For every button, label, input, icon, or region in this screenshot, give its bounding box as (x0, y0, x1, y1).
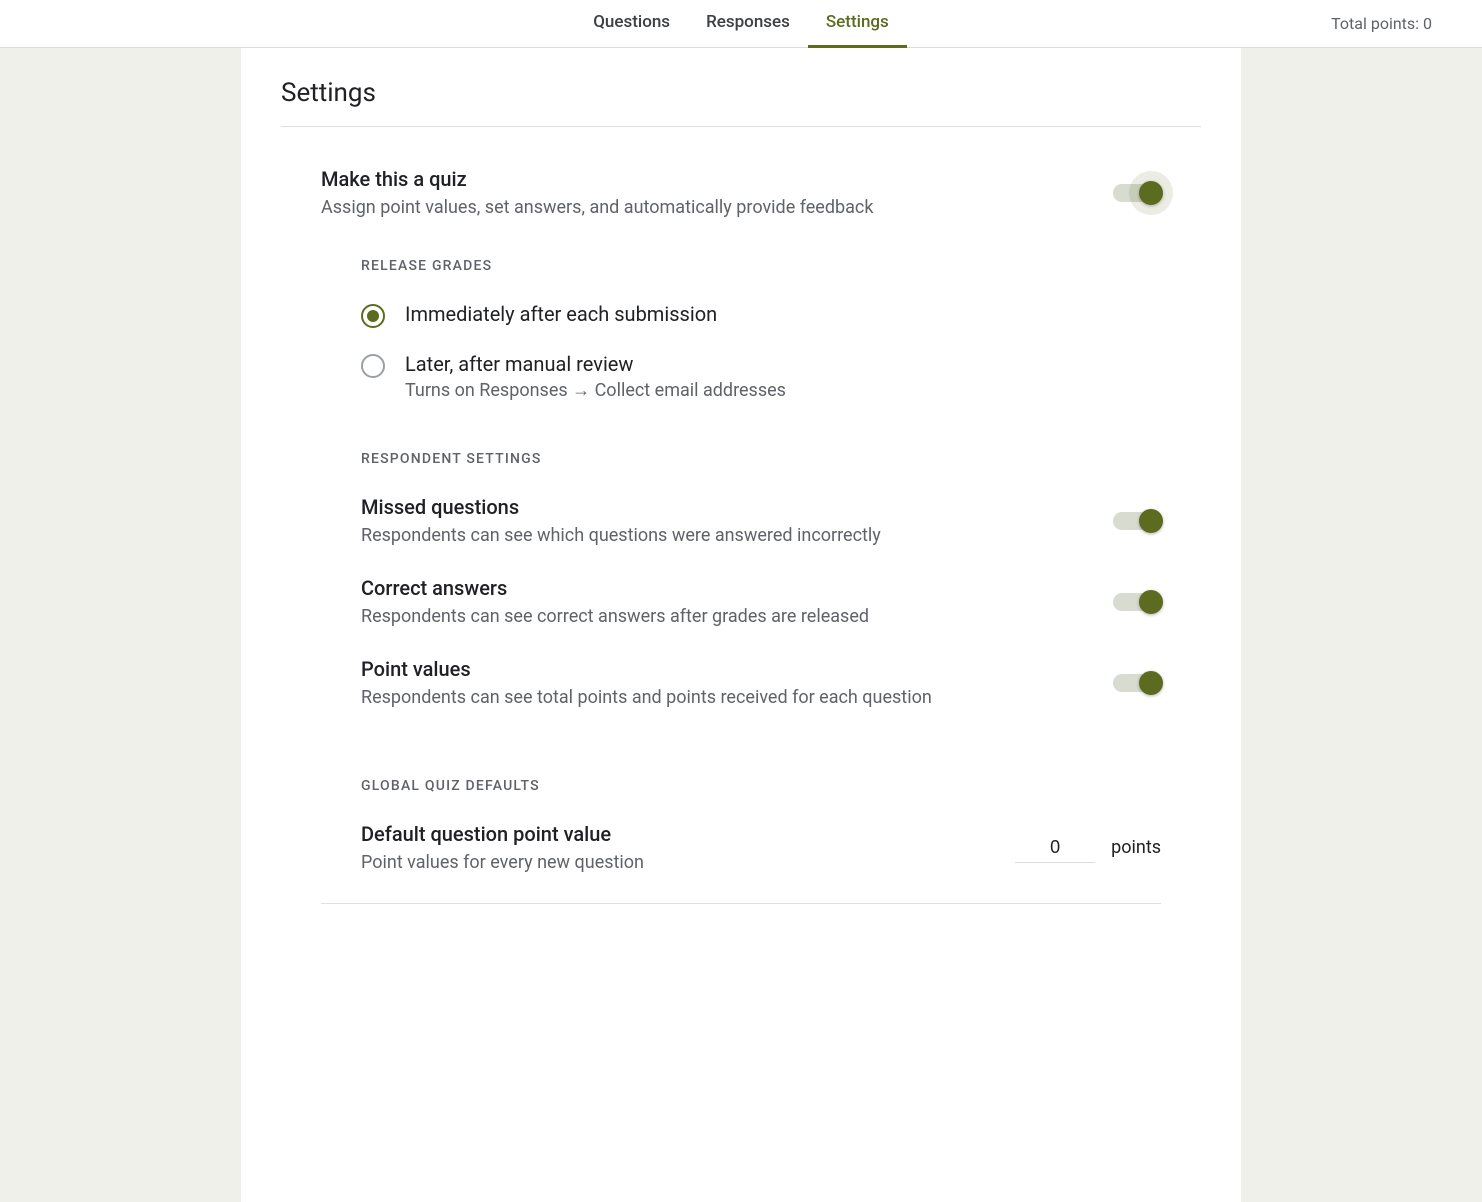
default-points-input[interactable] (1015, 833, 1095, 863)
tab-responses[interactable]: Responses (688, 0, 808, 48)
header-bar: Questions Responses Settings Total point… (0, 0, 1482, 48)
tab-questions[interactable]: Questions (575, 0, 688, 48)
points-unit: points (1111, 837, 1161, 858)
correct-answers-title: Correct answers (361, 576, 1113, 600)
point-values-toggle[interactable] (1113, 674, 1161, 692)
missed-questions-title: Missed questions (361, 495, 1113, 519)
make-quiz-toggle[interactable] (1113, 184, 1161, 202)
radio-icon (361, 354, 385, 378)
make-quiz-desc: Assign point values, set answers, and au… (321, 197, 1113, 218)
missed-questions-row: Missed questions Respondents can see whi… (361, 495, 1161, 546)
tab-settings[interactable]: Settings (808, 0, 907, 48)
settings-card: Settings Make this a quiz Assign point v… (241, 48, 1241, 1202)
card-title: Settings (281, 78, 1201, 126)
radio-sublabel: Turns on Responses → Collect email addre… (405, 380, 786, 401)
total-points: Total points: 0 (1331, 14, 1432, 33)
respondent-header: RESPONDENT SETTINGS (361, 451, 1161, 467)
radio-label: Immediately after each submission (405, 302, 717, 326)
tabs: Questions Responses Settings (575, 0, 907, 48)
radio-immediately[interactable]: Immediately after each submission (361, 302, 1161, 328)
release-grades-section: RELEASE GRADES Immediately after each su… (321, 218, 1161, 401)
make-quiz-title: Make this a quiz (321, 167, 1113, 191)
correct-answers-row: Correct answers Respondents can see corr… (361, 576, 1161, 627)
correct-answers-desc: Respondents can see correct answers afte… (361, 606, 1113, 627)
global-defaults-section: GLOBAL QUIZ DEFAULTS Default question po… (321, 738, 1161, 873)
correct-answers-toggle[interactable] (1113, 593, 1161, 611)
global-defaults-header: GLOBAL QUIZ DEFAULTS (361, 778, 1161, 794)
point-values-row: Point values Respondents can see total p… (361, 657, 1161, 708)
default-points-desc: Point values for every new question (361, 852, 1015, 873)
radio-label: Later, after manual review (405, 352, 786, 376)
default-points-title: Default question point value (361, 822, 1015, 846)
radio-icon (361, 304, 385, 328)
quiz-section: Make this a quiz Assign point values, se… (281, 127, 1201, 904)
release-grades-header: RELEASE GRADES (361, 258, 1161, 274)
respondent-settings-section: RESPONDENT SETTINGS Missed questions Res… (321, 411, 1161, 708)
point-values-title: Point values (361, 657, 1113, 681)
radio-later[interactable]: Later, after manual review Turns on Resp… (361, 352, 1161, 401)
default-points-row: Default question point value Point value… (361, 822, 1161, 873)
missed-questions-desc: Respondents can see which questions were… (361, 525, 1113, 546)
missed-questions-toggle[interactable] (1113, 512, 1161, 530)
section-divider (321, 903, 1161, 904)
point-values-desc: Respondents can see total points and poi… (361, 687, 1113, 708)
